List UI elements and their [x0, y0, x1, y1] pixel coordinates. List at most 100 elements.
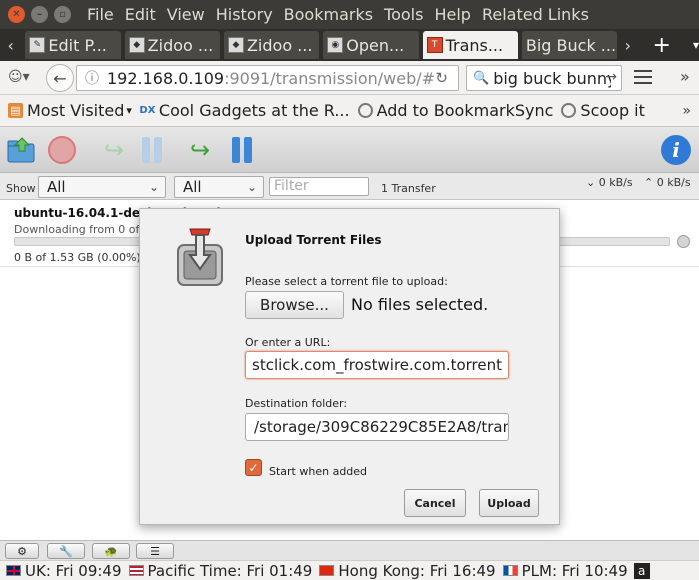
inspector-button[interactable]: i — [660, 134, 692, 166]
resume-all-button[interactable]: ↪ — [184, 134, 216, 166]
tab-favicon: ✎ — [29, 37, 46, 53]
transmission-bottom-toolbar: ⚙ 🔧 🐢 ☰ — [0, 540, 699, 560]
torrent-url-input[interactable]: stclick.com_frostwire.com.torrent — [245, 351, 509, 379]
bookmark-scoop-it[interactable]: Scoop it — [561, 101, 645, 120]
menu-related-links[interactable]: Related Links — [482, 5, 589, 24]
cancel-button[interactable]: Cancel — [404, 489, 466, 517]
menu-view[interactable]: View — [167, 5, 205, 24]
site-info-icon[interactable]: ⓘ — [85, 68, 101, 88]
back-button[interactable]: ← — [46, 64, 74, 92]
app-icon[interactable]: a — [633, 562, 650, 579]
bookmark-label: Scoop it — [580, 101, 645, 120]
tab-open[interactable]: ◉ Open... — [323, 31, 419, 59]
tab-label: Zidoo ... — [246, 35, 313, 55]
bookmark-label: Add to BookmarkSync — [376, 101, 554, 120]
menu-file[interactable]: File — [87, 5, 114, 24]
us-flag-icon — [128, 565, 144, 576]
destination-folder-input[interactable]: /storage/309C86229C85E2A8/tran — [245, 413, 509, 441]
filter-bar: Show All ⌄ All ⌄ Filter 1 Transfer ⌄ 0 k… — [0, 173, 699, 200]
globe-icon — [561, 103, 577, 118]
chevron-down-icon: ⌄ — [148, 180, 159, 194]
compact-view-button[interactable]: ☰ — [136, 543, 174, 559]
clock-plm: PLM: Fri 10:49 — [502, 562, 628, 580]
hamburger-menu-icon[interactable] — [634, 70, 652, 84]
transmission-logo-icon — [177, 228, 223, 286]
window-minimize-button[interactable]: – — [31, 6, 48, 23]
state-filter-value: All — [47, 178, 66, 196]
filter-input[interactable]: Filter — [269, 177, 369, 196]
tracker-filter-value: All — [183, 178, 202, 196]
show-label: Show — [6, 182, 36, 195]
settings-button[interactable]: ⚙ — [5, 543, 39, 559]
bookmark-bookmarksync[interactable]: Add to BookmarkSync — [357, 101, 554, 120]
clock-uk: UK: Fri 09:49 — [6, 562, 122, 580]
upload-button[interactable]: Upload — [479, 489, 539, 517]
globe-icon — [357, 103, 373, 118]
resume-all-arrow-icon: ↪ — [189, 136, 211, 164]
folder-open-icon — [7, 137, 35, 163]
tab-big-buck[interactable]: Big Buck ... — [521, 31, 618, 59]
search-input[interactable]: big buck bunny — [493, 69, 611, 88]
bookmark-most-visited[interactable]: ▤ Most Visited ▾ — [8, 101, 132, 120]
transfer-count: 1 Transfer — [381, 182, 436, 195]
menu-history[interactable]: History — [216, 5, 273, 24]
search-go-icon[interactable]: → — [605, 69, 617, 85]
navigation-bar: ☺▾ ← ⓘ 192.168.0.109:9091/transmission/w… — [0, 61, 699, 95]
tab-edit[interactable]: ✎ Edit P... — [25, 31, 121, 59]
preferences-button[interactable]: 🔧 — [47, 543, 85, 559]
state-filter-select[interactable]: All ⌄ — [38, 176, 166, 198]
url-prompt: Or enter a URL: — [245, 336, 331, 349]
tab-list-dropdown[interactable]: ▾ — [693, 38, 699, 52]
start-when-added-checkbox[interactable]: ✓ — [245, 459, 262, 476]
search-icon: 🔍 — [473, 70, 490, 86]
tracker-filter-select[interactable]: All ⌄ — [174, 176, 264, 198]
identity-icon[interactable]: ☺▾ — [8, 69, 30, 85]
folder-icon: ▤ — [8, 103, 23, 118]
menu-edit[interactable]: Edit — [125, 5, 156, 24]
torrent-pause-icon[interactable] — [677, 235, 690, 248]
menu-tools[interactable]: Tools — [384, 5, 423, 24]
bookmarks-overflow-icon[interactable]: » — [682, 103, 691, 119]
new-tab-button[interactable]: + — [653, 33, 671, 58]
menu-help[interactable]: Help — [434, 5, 470, 24]
torrent-progress-text: 0 B of 1.53 GB (0.00%) — [14, 251, 141, 264]
overflow-chevron-icon[interactable]: » — [680, 67, 690, 86]
browse-button[interactable]: Browse... — [245, 291, 344, 319]
tab-transmission[interactable]: T Trans... — [422, 31, 518, 59]
gear-icon: ⚙ — [17, 544, 27, 558]
tab-favicon: ◆ — [227, 37, 244, 53]
destination-prompt: Destination folder: — [245, 397, 348, 410]
pause-all-button[interactable] — [226, 134, 258, 166]
turtle-mode-button[interactable]: 🐢 — [92, 543, 130, 559]
remove-icon — [48, 136, 76, 164]
scroll-tabs-left-icon[interactable]: ‹ — [0, 36, 21, 55]
scroll-tabs-right-icon[interactable]: › — [617, 36, 638, 55]
dx-icon: DX — [139, 105, 156, 116]
search-bar[interactable]: 🔍 big buck bunny → — [466, 65, 622, 91]
no-file-text: No files selected. — [351, 295, 489, 314]
tab-label: Trans... — [445, 35, 504, 55]
tab-zidoo-2[interactable]: ◆ Zidoo ... — [223, 31, 320, 59]
bookmark-cool-gadgets[interactable]: DX Cool Gadgets at the R... — [139, 101, 349, 120]
transmission-favicon-icon: T — [426, 37, 443, 53]
menu-bookmarks[interactable]: Bookmarks — [284, 5, 373, 24]
start-when-added-label: Start when added — [269, 465, 368, 478]
pause-selected-button[interactable] — [136, 134, 168, 166]
remove-torrent-button[interactable] — [46, 134, 78, 166]
resume-selected-button[interactable]: ↪ — [98, 134, 130, 166]
upload-torrent-dialog: Upload Torrent Files Please select a tor… — [139, 208, 560, 525]
url-bar[interactable]: ⓘ 192.168.0.109:9091/transmission/web/# … — [76, 65, 459, 91]
window-maximize-button[interactable]: ▫ — [54, 6, 71, 23]
tab-zidoo-1[interactable]: ◆ Zidoo ... — [124, 31, 220, 59]
reload-icon[interactable]: ↻ — [435, 69, 448, 87]
url-text[interactable]: 192.168.0.109:9091/transmission/web/# — [107, 69, 435, 88]
tab-favicon: ◆ — [128, 37, 145, 53]
chevron-down-icon: ⌄ — [246, 180, 257, 194]
open-torrent-button[interactable] — [6, 134, 38, 166]
upload-speed: ⌃ 0 kB/s — [644, 176, 691, 189]
list-icon: ☰ — [150, 544, 160, 558]
hk-flag-icon — [319, 565, 335, 576]
window-close-button[interactable]: ✕ — [8, 6, 25, 23]
file-prompt: Please select a torrent file to upload: — [245, 275, 448, 288]
bookmarks-toolbar: ▤ Most Visited ▾ DX Cool Gadgets at the … — [0, 95, 699, 127]
